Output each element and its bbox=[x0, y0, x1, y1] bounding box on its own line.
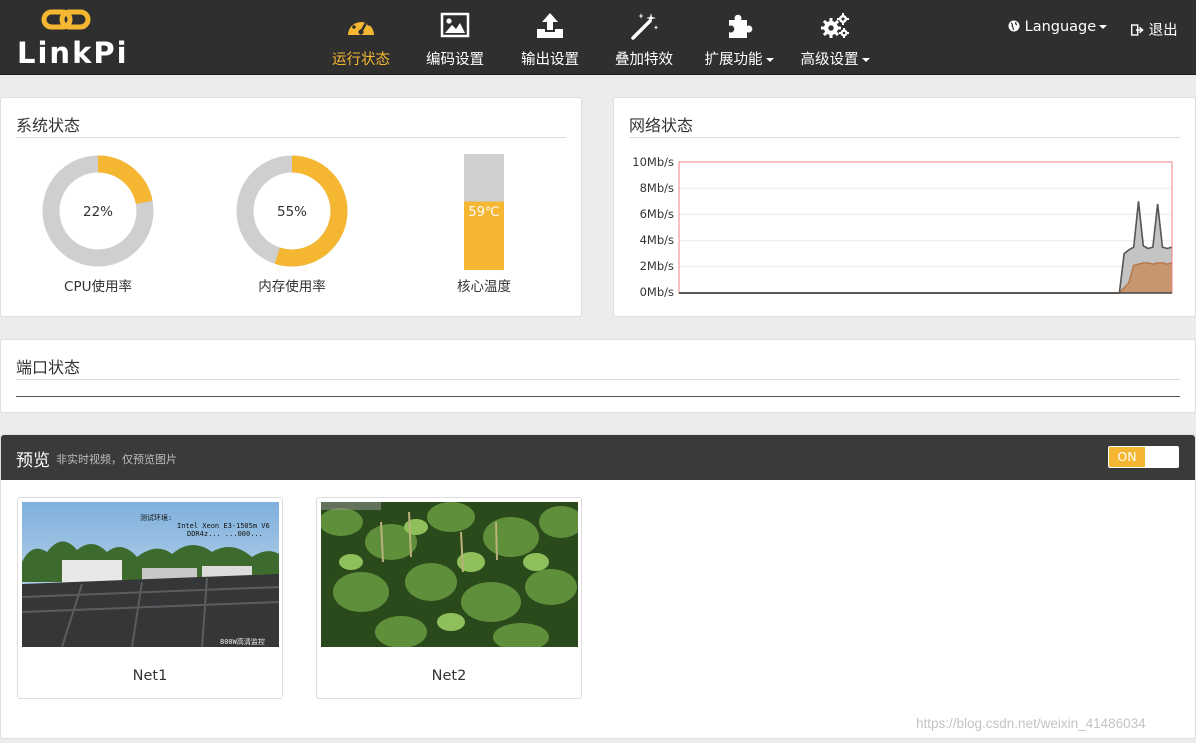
caret-down-icon bbox=[1099, 25, 1108, 29]
globe-icon bbox=[1008, 20, 1020, 32]
caret-down-icon bbox=[861, 58, 870, 62]
overlay-text: 800W高清监控 bbox=[220, 637, 265, 646]
magic-wand-icon bbox=[631, 13, 659, 40]
y-tick-label: 4Mb/s bbox=[639, 233, 674, 247]
cpu-usage-value: 22% bbox=[83, 204, 113, 220]
puzzle-icon bbox=[729, 14, 753, 38]
preview-subtitle: 非实时视频，仅预览图片 bbox=[56, 453, 177, 466]
panel-title: 系统状态 bbox=[16, 116, 81, 135]
caret-down-icon bbox=[765, 58, 774, 62]
temperature-label: 核心温度 bbox=[457, 279, 511, 295]
y-tick-label: 8Mb/s bbox=[639, 181, 674, 195]
series-0-line bbox=[679, 201, 1173, 294]
logout-link[interactable]: 退出 bbox=[1130, 19, 1178, 40]
picture-icon bbox=[440, 12, 470, 38]
thumbnail-label: Net1 bbox=[132, 668, 168, 684]
nav-label: 叠加特效 bbox=[615, 52, 673, 68]
nav-item-output[interactable]: 输出设置 bbox=[511, 0, 589, 75]
system-status-panel: 系统状态 22% CPU使用率 55% 内存使用率 59℃ 核心温度 bbox=[0, 97, 582, 317]
nav-label: 输出设置 bbox=[521, 52, 579, 68]
overlay-text: Intel Xeon E3-1505m V6 bbox=[177, 522, 270, 530]
port-table-rule bbox=[16, 396, 1180, 397]
logout-icon bbox=[1130, 24, 1144, 36]
preview-header: 预览 非实时视频，仅预览图片 ON bbox=[1, 435, 1195, 480]
nav-item-overlay[interactable]: 叠加特效 bbox=[605, 0, 683, 75]
port-status-panel: 端口状态 bbox=[0, 339, 1196, 413]
chain-link-icon bbox=[41, 9, 91, 30]
language-dropdown[interactable]: Language bbox=[1008, 19, 1108, 35]
network-throughput-chart bbox=[678, 161, 1173, 294]
divider bbox=[16, 379, 1180, 380]
nav-label: 扩展功能 bbox=[699, 48, 779, 69]
y-tick-label: 0Mb/s bbox=[639, 285, 674, 299]
series-1-area bbox=[679, 262, 1172, 293]
series-1-line bbox=[679, 262, 1173, 294]
y-tick-label: 6Mb/s bbox=[639, 207, 674, 221]
dashboard-icon bbox=[348, 17, 374, 35]
core-temperature-bar: 59℃ bbox=[464, 154, 504, 270]
gears-icon bbox=[821, 13, 849, 38]
network-status-panel: 网络状态 10Mb/s 8Mb/s 6Mb/s 4Mb/s 2Mb/s 0Mb/… bbox=[613, 97, 1196, 317]
net2-snapshot-image bbox=[321, 502, 578, 647]
memory-usage-label: 内存使用率 bbox=[258, 279, 326, 295]
preview-panel: 预览 非实时视频，仅预览图片 ON 测试环境: Intel Xeon E3-15… bbox=[0, 434, 1196, 739]
preview-toggle-switch[interactable]: ON bbox=[1108, 446, 1179, 468]
divider bbox=[629, 137, 1180, 138]
net1-snapshot-image: 测试环境: Intel Xeon E3-1505m V6 DDR4z... ..… bbox=[22, 502, 279, 647]
y-tick-label: 2Mb/s bbox=[639, 259, 674, 273]
language-label: Language bbox=[1024, 19, 1097, 35]
cpu-usage-label: CPU使用率 bbox=[64, 279, 132, 295]
preview-title: 预览 bbox=[16, 451, 50, 471]
preview-thumbnail-net1[interactable]: 测试环境: Intel Xeon E3-1505m V6 DDR4z... ..… bbox=[17, 497, 283, 699]
memory-usage-gauge: 55% bbox=[236, 155, 348, 267]
y-tick-label: 10Mb/s bbox=[632, 155, 674, 169]
plot-border bbox=[678, 161, 1173, 294]
blog-watermark: https://blog.csdn.net/weixin_41486034 bbox=[916, 716, 1146, 731]
overlay-text: DDR4z... ...000... bbox=[187, 530, 263, 538]
toggle-on-label: ON bbox=[1109, 447, 1145, 467]
preview-thumbnail-net2[interactable]: Net2 bbox=[316, 497, 582, 699]
thumbnail-label: Net2 bbox=[431, 668, 467, 684]
nav-item-status[interactable]: 运行状态 bbox=[322, 0, 400, 75]
upload-icon bbox=[537, 13, 563, 38]
nav-label: 编码设置 bbox=[426, 52, 484, 68]
cpu-usage-gauge: 22% bbox=[42, 155, 154, 267]
brand-logo[interactable]: LinkPi bbox=[17, 8, 127, 70]
panel-title: 网络状态 bbox=[629, 116, 694, 135]
nav-label: 高级设置 bbox=[795, 48, 875, 69]
temperature-value: 59℃ bbox=[468, 205, 499, 220]
memory-usage-value: 55% bbox=[277, 204, 307, 220]
overlay-text: 测试环境: bbox=[140, 513, 172, 522]
nav-item-advanced[interactable]: 高级设置 bbox=[795, 0, 875, 75]
nav-item-extensions[interactable]: 扩展功能 bbox=[699, 0, 779, 75]
panel-title: 端口状态 bbox=[16, 358, 81, 377]
divider bbox=[16, 137, 566, 138]
nav-item-encode[interactable]: 编码设置 bbox=[416, 0, 494, 75]
top-navbar: LinkPi 运行状态 编码设置 输出设置 叠加特效 扩展功能 高级设置 Lan… bbox=[0, 0, 1196, 75]
series-0-area bbox=[679, 201, 1172, 293]
brand-name: LinkPi bbox=[17, 36, 129, 70]
nav-label: 运行状态 bbox=[332, 52, 390, 68]
logout-label: 退出 bbox=[1148, 23, 1178, 39]
